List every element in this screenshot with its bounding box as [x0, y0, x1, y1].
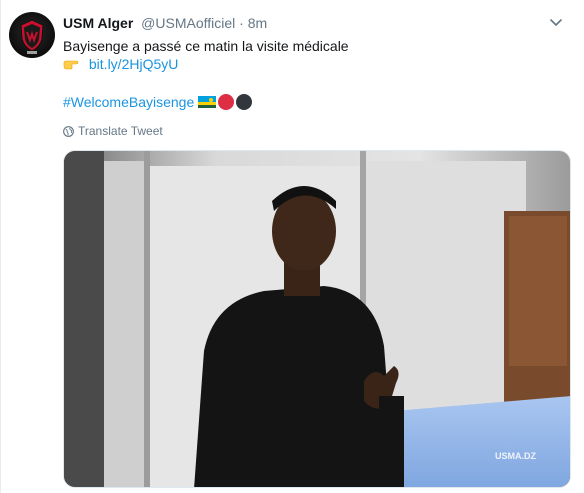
- globe-icon: [63, 125, 74, 137]
- tweet-hashtag-line: #WelcomeBayisenge: [63, 92, 253, 112]
- flag-rwanda-icon: [198, 96, 217, 108]
- translate-tweet-button[interactable]: Translate Tweet: [63, 124, 163, 138]
- chevron-down-icon[interactable]: [548, 14, 564, 30]
- tweet-photo[interactable]: USMA.DZ: [63, 150, 571, 488]
- tweet-text: Bayisenge a passé ce matin la visite méd…: [63, 38, 349, 54]
- avatar[interactable]: [9, 12, 55, 58]
- black-circle-icon: [236, 94, 253, 110]
- pointing-hand-icon: [63, 60, 79, 70]
- tweet-link-line: bit.ly/2HjQ5yU: [63, 54, 178, 74]
- tweet-link[interactable]: bit.ly/2HjQ5yU: [89, 56, 178, 72]
- tweet-header: USM Alger @USMAofficiel · 8m: [63, 14, 267, 32]
- photo-watermark: USMA.DZ: [495, 451, 536, 461]
- author-name[interactable]: USM Alger: [63, 15, 133, 31]
- tweet-card[interactable]: USM Alger @USMAofficiel · 8m Bayisenge a…: [0, 0, 584, 493]
- red-circle-icon: [218, 94, 235, 110]
- translate-label: Translate Tweet: [78, 124, 163, 138]
- author-handle[interactable]: @USMAofficiel: [141, 15, 235, 31]
- hashtag-link[interactable]: #WelcomeBayisenge: [63, 92, 194, 112]
- usma-logo-icon: [20, 19, 44, 54]
- timestamp[interactable]: 8m: [248, 15, 267, 31]
- separator: ·: [239, 15, 244, 31]
- photo-player-medical-icon: [64, 151, 570, 487]
